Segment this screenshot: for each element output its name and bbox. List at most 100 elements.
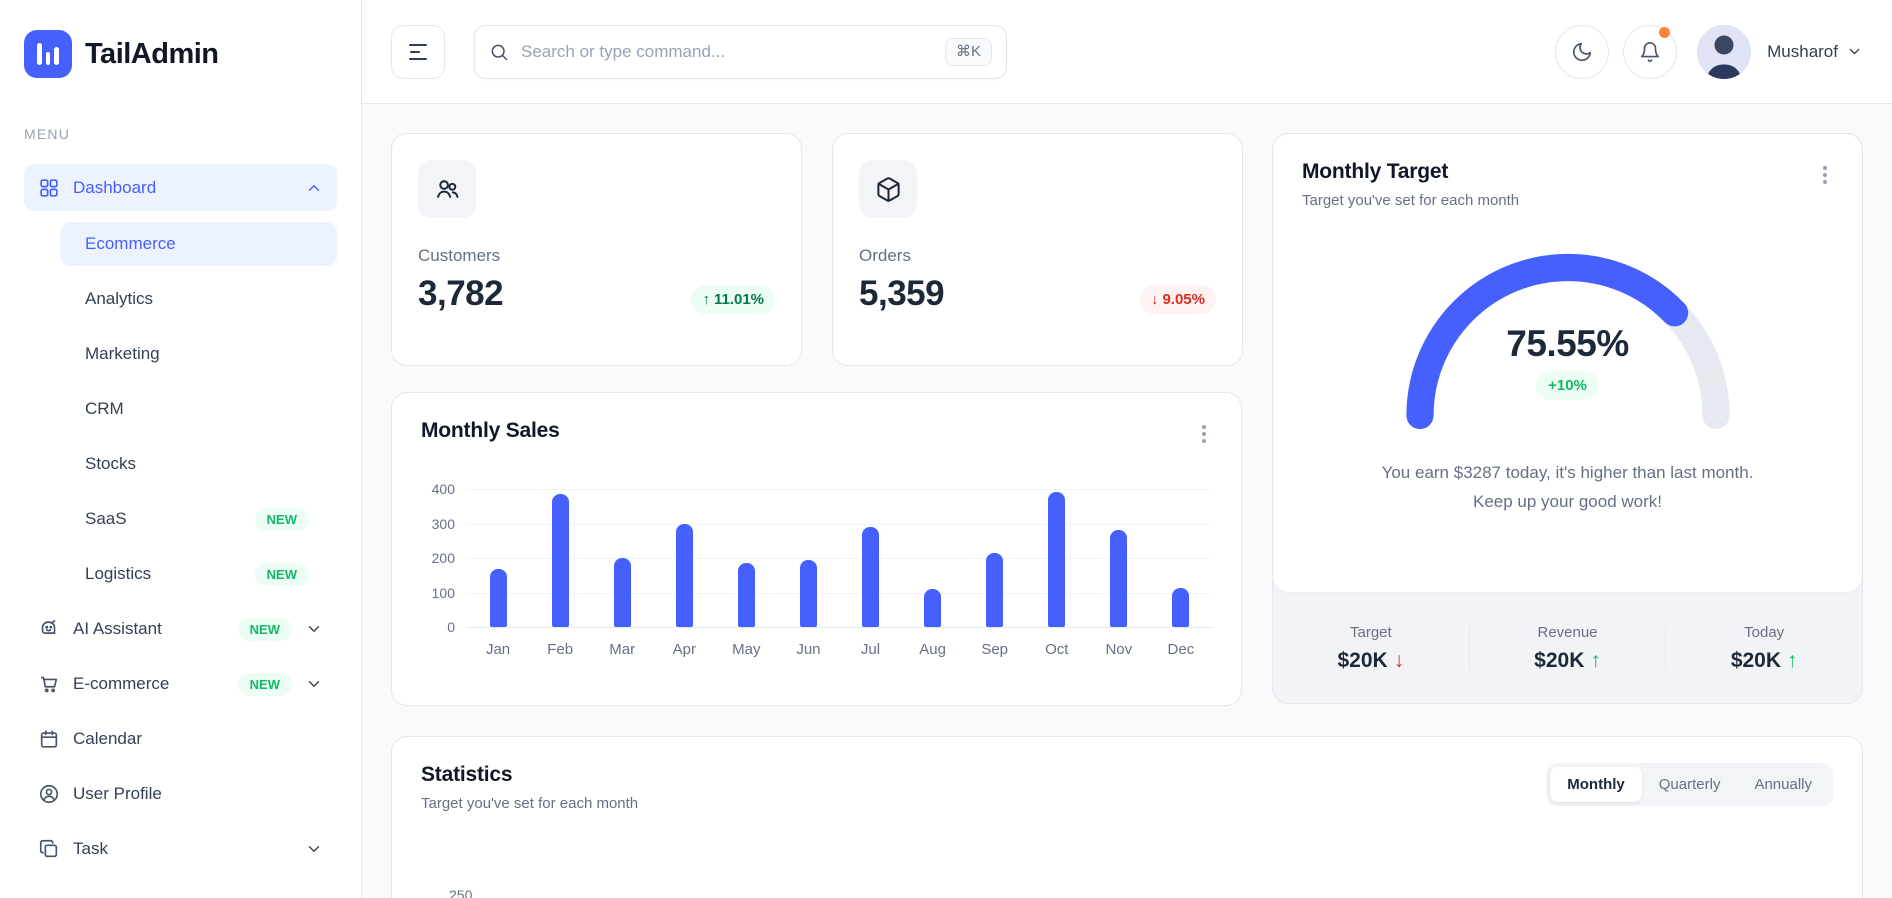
bar-jun[interactable] (777, 489, 839, 627)
new-badge: NEW (237, 617, 292, 641)
customers-card: Customers 3,782 ↑ 11.01% (391, 133, 802, 366)
orders-card: Orders 5,359 ↓ 9.05% (832, 133, 1243, 366)
user-circle-icon (38, 783, 60, 805)
metric-value: 5,359 (859, 274, 945, 313)
stat-label: Revenue (1537, 623, 1598, 641)
search-bar[interactable]: ⌘K (474, 24, 1007, 79)
target-message: You earn $3287 today, it's higher than l… (1302, 459, 1833, 517)
sidebar-item-marketing[interactable]: Marketing (60, 332, 337, 376)
arrow-up-glyph: ↑ (1787, 648, 1798, 672)
sidebar-item-logistics[interactable]: Logistics NEW (60, 552, 337, 596)
robot-icon (38, 618, 60, 640)
brand-name: TailAdmin (85, 37, 219, 70)
y-tick: 200 (431, 550, 455, 566)
x-tick: Sep (981, 641, 1009, 658)
stat-label: Target (1349, 623, 1392, 641)
bar-dec[interactable] (1150, 489, 1212, 627)
sidebar-item-label: Marketing (85, 344, 160, 363)
user-name: Musharof (1767, 41, 1838, 61)
customers-icon-box (418, 160, 476, 218)
bar-jul[interactable] (839, 489, 901, 627)
chevron-down-icon (305, 675, 323, 693)
dark-mode-toggle-button[interactable] (1555, 24, 1610, 79)
top-header: ⌘K Musharof (362, 0, 1892, 104)
cart-icon (38, 673, 60, 695)
tab-quarterly[interactable]: Quarterly (1642, 767, 1738, 802)
bar-jan[interactable] (467, 489, 529, 627)
sidebar-item-crm[interactable]: CRM (60, 387, 337, 431)
bar-aug[interactable] (902, 489, 964, 627)
sidebar-item-e-commerce[interactable]: E-commerce NEW (24, 662, 337, 706)
sidebar-item-user-profile[interactable]: User Profile (24, 772, 337, 816)
x-tick: Aug (919, 641, 946, 658)
search-input[interactable] (521, 41, 933, 62)
sidebar-item-label: Dashboard (73, 177, 157, 197)
y-tick: 100 (431, 584, 455, 601)
bar-apr[interactable] (653, 489, 715, 627)
sidebar-item-ecommerce[interactable]: Ecommerce (60, 222, 337, 266)
sidebar-toggle-button[interactable] (391, 24, 445, 79)
bar-feb[interactable] (529, 489, 591, 627)
monthly-target-card: Monthly Target Target you've set for eac… (1272, 133, 1863, 704)
new-badge: NEW (254, 562, 309, 586)
bell-icon (1639, 41, 1661, 63)
more-options-icon[interactable] (1196, 419, 1212, 449)
user-menu[interactable]: Musharof (1765, 42, 1863, 62)
chevron-up-icon (305, 179, 323, 197)
users-icon (434, 176, 461, 203)
delta-value: 9.05% (1162, 291, 1205, 308)
y-tick: 300 (431, 515, 455, 532)
monthly-sales-chart: 400 300 200 100 0 (421, 481, 1212, 635)
target-message-line1: You earn $3287 today, it's higher than l… (1381, 463, 1754, 482)
stat-value: $20K (1337, 648, 1388, 672)
bar-mar[interactable] (591, 489, 653, 627)
sidebar-item-analytics[interactable]: Analytics (60, 277, 337, 321)
sidebar-item-label: CRM (85, 399, 124, 418)
x-tick: Dec (1167, 641, 1195, 658)
moon-icon (1571, 41, 1593, 63)
target-gauge: 75.55% +10% (1390, 235, 1746, 433)
notifications-button[interactable] (1623, 24, 1678, 79)
bar-nov[interactable] (1088, 489, 1150, 627)
stat-label: Today (1744, 623, 1785, 641)
more-options-icon[interactable] (1817, 160, 1833, 190)
arrow-up-glyph: ↑ (702, 291, 710, 308)
sidebar-item-label: Stocks (85, 454, 137, 473)
y-tick-partial: 250 (449, 887, 473, 898)
sidebar-item-ai-assistant[interactable]: AI Assistant NEW (24, 607, 337, 651)
sidebar-item-saas[interactable]: SaaS NEW (60, 497, 337, 541)
target-footer: Target $20K ↓ Revenue $20K ↑ Today $20K ↑ (1273, 592, 1862, 703)
x-axis: Jan Feb Mar Apr May Jun Jul Aug Sep Oct Nov Dec (467, 641, 1212, 658)
delta-badge-up: ↑ 11.01% (691, 285, 775, 314)
x-tick: May (732, 641, 761, 658)
x-tick: Jun (796, 641, 821, 658)
sidebar-item-dashboard[interactable]: Dashboard (24, 164, 337, 211)
main-content: Customers 3,782 ↑ 11.01% Orders 5,359 ↓ … (362, 104, 1892, 898)
monthly-target-title: Monthly Target (1302, 160, 1449, 183)
x-tick: Jul (860, 641, 881, 658)
sidebar-item-calendar[interactable]: Calendar (24, 717, 337, 761)
avatar[interactable] (1697, 24, 1752, 79)
sidebar-item-label: Analytics (85, 289, 154, 308)
delta-value: 11.01% (713, 291, 764, 308)
brand[interactable]: TailAdmin (24, 0, 337, 78)
header-actions: Musharof (1555, 24, 1863, 79)
chevron-down-icon (1846, 43, 1863, 60)
bar-may[interactable] (715, 489, 777, 627)
arrow-down-glyph: ↓ (1393, 648, 1405, 672)
x-tick: Mar (609, 641, 636, 658)
keyboard-shortcut-badge: ⌘K (944, 37, 992, 66)
delta-badge-down: ↓ 9.05% (1139, 285, 1216, 314)
bar-oct[interactable] (1026, 489, 1088, 627)
bar-sep[interactable] (964, 489, 1026, 627)
sidebar-item-task[interactable]: Task (24, 827, 337, 871)
tab-monthly[interactable]: Monthly (1550, 767, 1642, 802)
grid-icon (38, 177, 60, 199)
tab-annually[interactable]: Annually (1737, 767, 1829, 802)
today-stat: Today $20K ↑ (1666, 624, 1862, 673)
x-tick: Nov (1105, 641, 1133, 658)
period-segmented-control: Monthly Quarterly Annually (1546, 763, 1833, 806)
monthly-target-subtitle: Target you've set for each month (1302, 192, 1520, 209)
sidebar-item-stocks[interactable]: Stocks (60, 442, 337, 486)
stat-value: $20K (1730, 648, 1782, 672)
